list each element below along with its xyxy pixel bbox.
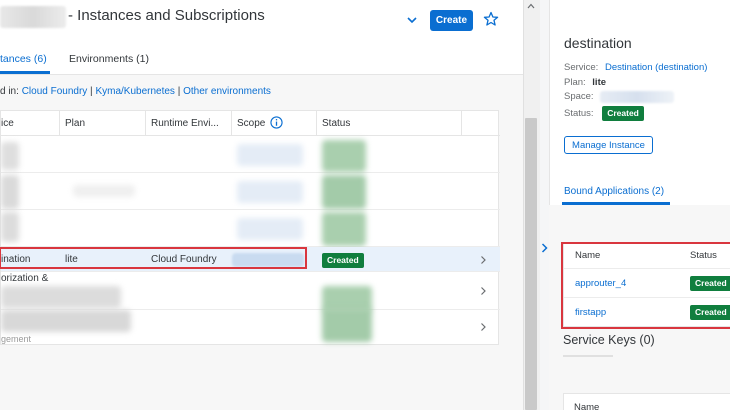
status-badge: Created (322, 253, 364, 268)
chevron-right-icon[interactable] (478, 286, 488, 296)
environment-filter-links: d in: Cloud Foundry | Kyma/Kubernetes | … (0, 86, 271, 97)
app-window: - Instances and Subscriptions Create tan… (0, 0, 730, 410)
column-service[interactable]: ice (1, 118, 14, 129)
column-divider (461, 111, 462, 136)
space-label: Space: (564, 91, 594, 102)
instance-details-card: destination Service: Destination (destin… (549, 0, 730, 205)
info-icon[interactable] (270, 116, 283, 129)
service-keys-title: Service Keys (0) (563, 333, 655, 347)
link-kyma[interactable]: Kyma/Kubernetes (95, 86, 175, 97)
chevron-down-icon[interactable] (404, 12, 420, 28)
highlight-box (0, 247, 307, 269)
status-badge: Created (602, 106, 644, 121)
column-plan[interactable]: Plan (65, 118, 85, 129)
column-divider (316, 111, 317, 136)
chevron-right-icon[interactable] (478, 322, 488, 332)
space-field: Space: (564, 91, 594, 102)
service-field: Service: Destination (destination) (564, 62, 707, 73)
table-row[interactable] (1, 210, 500, 247)
instances-panel: - Instances and Subscriptions Create tan… (0, 0, 523, 410)
redacted-content (322, 140, 366, 172)
column-scope[interactable]: Scope (237, 118, 265, 129)
tab-active-indicator (0, 71, 50, 74)
redacted-content (1, 310, 131, 332)
redacted-content (73, 185, 135, 197)
collapse-arrow-icon[interactable] (540, 242, 549, 254)
table-header: ice Plan Runtime Envi... Scope Status (1, 111, 500, 136)
plan-value: lite (592, 77, 607, 88)
status-field: Status: Created (564, 106, 644, 121)
service-label: Service: (564, 62, 599, 73)
link-separator: | (174, 86, 184, 97)
scroll-up-icon[interactable] (526, 2, 536, 10)
tab-bar: tances (6) Environments (1) (0, 50, 523, 75)
column-status[interactable]: Status (322, 118, 350, 129)
column-divider (231, 111, 232, 136)
service-keys-table: Name (563, 393, 730, 410)
redacted-content (237, 218, 303, 240)
table-row[interactable] (1, 173, 500, 210)
service-link[interactable]: Destination (destination) (605, 62, 707, 73)
column-name[interactable]: Name (574, 402, 599, 410)
scrollbar-thumb[interactable] (525, 118, 537, 410)
detail-panel: destination Service: Destination (destin… (549, 0, 730, 410)
highlight-box (561, 242, 730, 329)
redacted-content (237, 144, 303, 166)
table-row[interactable]: gement (1, 308, 500, 346)
filter-prefix: d in: (0, 86, 19, 97)
column-runtime[interactable]: Runtime Envi... (151, 118, 219, 129)
status-created: Created (322, 253, 364, 268)
tab-environments[interactable]: Environments (1) (69, 53, 149, 65)
divider (563, 355, 613, 357)
star-icon[interactable] (483, 11, 499, 27)
redacted-content (1, 286, 121, 308)
redacted-content (1, 175, 19, 209)
redacted-content (237, 181, 303, 203)
page-header: - Instances and Subscriptions Create tan… (0, 0, 523, 75)
column-divider (145, 111, 146, 136)
tab-instances[interactable]: tances (6) (0, 53, 47, 65)
redacted-content (322, 175, 366, 209)
redacted-content (322, 212, 366, 246)
redacted-content (1, 212, 19, 242)
create-button[interactable]: Create (430, 10, 473, 31)
space-redacted (600, 91, 674, 103)
manage-instance-button[interactable]: Manage Instance (564, 136, 653, 154)
tab-active-indicator (562, 202, 670, 205)
link-cloud-foundry[interactable]: Cloud Foundry (22, 86, 88, 97)
redacted-content (322, 308, 372, 342)
plan-label: Plan: (564, 77, 586, 88)
link-other-environments[interactable]: Other environments (183, 86, 271, 97)
page-title: - Instances and Subscriptions (68, 7, 265, 24)
service-name: orization & (1, 273, 49, 284)
instance-title: destination (564, 35, 632, 51)
subaccount-name-redacted (0, 6, 66, 28)
plan-field: Plan: lite (564, 77, 606, 88)
table-row[interactable] (1, 136, 500, 173)
instances-table: ice Plan Runtime Envi... Scope Status in… (0, 110, 500, 346)
tab-bound-applications[interactable]: Bound Applications (2) (564, 186, 664, 197)
column-divider (59, 111, 60, 136)
status-label: Status: (564, 108, 594, 119)
service-name: gement (1, 334, 32, 344)
table-row[interactable]: orization & (1, 272, 500, 312)
chevron-right-icon[interactable] (478, 255, 488, 265)
redacted-content (1, 142, 19, 170)
